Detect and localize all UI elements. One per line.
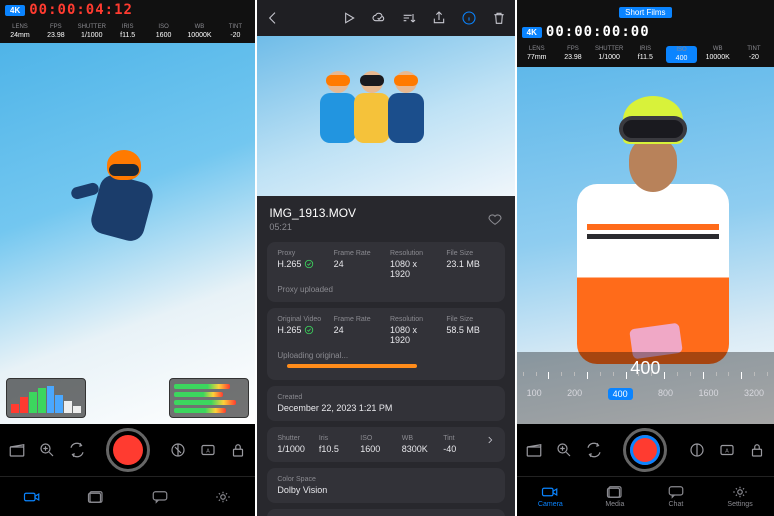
lens-setting[interactable]: LENS24mm <box>5 24 35 39</box>
lens-setting[interactable]: LENS77mm <box>522 46 552 63</box>
record-button[interactable] <box>106 428 150 472</box>
record-status-bar: 4K 00:00:00:00 <box>517 22 774 42</box>
media-thumbnail[interactable] <box>257 36 514 196</box>
favorite-icon[interactable] <box>487 211 503 227</box>
fps-setting[interactable]: FPS23.98 <box>41 24 71 39</box>
camera-idle-screen: Short Films 4K 00:00:00:00 LENS77mm FPS2… <box>517 0 774 516</box>
info-icon[interactable] <box>461 10 477 26</box>
svg-text:A: A <box>207 448 211 454</box>
switch-camera-icon[interactable] <box>68 441 86 459</box>
iris-setting[interactable]: IRISf11.5 <box>113 24 143 39</box>
exposure-icon[interactable] <box>688 441 706 459</box>
nav-media[interactable] <box>87 490 105 504</box>
camera-recording-screen: 4K 00:00:04:12 LENS24mm FPS23.98 SHUTTER… <box>0 0 255 516</box>
record-status-bar: 4K 00:00:04:12 <box>0 0 255 20</box>
file-header: IMG_1913.MOV 05:21 <box>257 196 514 242</box>
zoom-in-icon[interactable] <box>555 441 573 459</box>
proxy-codec: H.265 <box>277 259 325 269</box>
file-name: IMG_1913.MOV <box>269 206 356 220</box>
original-status: Uploading original... <box>277 351 494 360</box>
slate-icon[interactable] <box>8 441 26 459</box>
timecode-display: 00:00:00:00 <box>546 24 650 40</box>
switch-camera-icon[interactable] <box>585 441 603 459</box>
lock-icon[interactable] <box>748 441 766 459</box>
original-codec: H.265 <box>277 325 325 335</box>
record-button[interactable] <box>623 428 667 472</box>
file-duration: 05:21 <box>269 222 356 232</box>
exposure-icon[interactable] <box>169 441 187 459</box>
nav-chat[interactable]: Chat <box>667 485 685 508</box>
nav-camera[interactable]: Camera <box>538 485 563 508</box>
project-badge[interactable]: Short Films <box>619 7 671 18</box>
back-icon[interactable] <box>265 10 281 26</box>
proxy-status: Proxy uploaded <box>277 285 494 294</box>
bottom-nav: Camera Media Chat Settings <box>517 476 774 516</box>
share-icon[interactable] <box>431 10 447 26</box>
viewfinder-subject <box>77 150 167 280</box>
svg-text:A: A <box>725 448 729 454</box>
nav-media[interactable]: Media <box>605 485 624 508</box>
resolution-badge: 4K <box>522 27 542 38</box>
nav-camera[interactable] <box>23 490 41 504</box>
play-icon[interactable] <box>341 10 357 26</box>
nav-chat[interactable] <box>151 490 169 504</box>
detail-toolbar <box>257 0 514 36</box>
iso-slider[interactable]: 400 100 200 400 800 1600 3200 <box>517 352 774 424</box>
nav-settings[interactable] <box>214 490 232 504</box>
iso-scale-labels: 100 200 400 800 1600 3200 <box>517 388 774 400</box>
histogram-scope[interactable] <box>6 378 86 418</box>
wb-setting[interactable]: WB10000K <box>703 46 733 63</box>
control-bar: A <box>0 424 255 476</box>
shutter-setting[interactable]: SHUTTER1/1000 <box>77 24 107 39</box>
iso-setting[interactable]: ISO400 <box>666 46 696 63</box>
iso-setting[interactable]: ISO1600 <box>149 24 179 39</box>
audio-meters[interactable] <box>169 378 249 418</box>
bottom-nav <box>0 476 255 516</box>
trash-icon[interactable] <box>491 10 507 26</box>
viewfinder[interactable]: 400 100 200 400 800 1600 3200 <box>517 67 774 424</box>
original-card: Original VideoH.265 Frame Rate24 Resolut… <box>267 308 504 380</box>
cloud-sync-icon[interactable] <box>371 10 387 26</box>
tint-setting[interactable]: TINT-20 <box>739 46 769 63</box>
wb-setting[interactable]: WB10000K <box>185 24 215 39</box>
exposure-card[interactable]: Shutter1/1000 Irisf10.5 ISO1600 WB8300K … <box>267 427 504 462</box>
chevron-right-icon <box>485 435 495 445</box>
camera-settings-strip: LENS24mm FPS23.98 SHUTTER1/1000 IRISf11.… <box>0 20 255 43</box>
control-bar: A <box>517 424 774 476</box>
lock-icon[interactable] <box>229 441 247 459</box>
shutter-setting[interactable]: SHUTTER1/1000 <box>594 46 624 63</box>
created-card: Created December 22, 2023 1:21 PM <box>267 386 504 421</box>
colorspace-card: Color SpaceDolby Vision <box>267 468 504 503</box>
resolution-badge: 4K <box>5 5 25 16</box>
media-info-area: IMG_1913.MOV 05:21 ProxyH.265 Frame Rate… <box>257 196 514 516</box>
fps-setting[interactable]: FPS23.98 <box>558 46 588 63</box>
tint-setting[interactable]: TINT-20 <box>220 24 250 39</box>
camera-settings-strip: LENS77mm FPS23.98 SHUTTER1/1000 IRISf11.… <box>517 42 774 67</box>
upload-progress-bar <box>287 364 417 368</box>
timecode-display: 00:00:04:12 <box>29 2 133 18</box>
proxy-card: ProxyH.265 Frame Rate24 Resolution1080 x… <box>267 242 504 302</box>
sort-icon[interactable] <box>401 10 417 26</box>
zoom-in-icon[interactable] <box>38 441 56 459</box>
iris-setting[interactable]: IRISf11.5 <box>630 46 660 63</box>
nav-settings[interactable]: Settings <box>727 485 752 508</box>
slate-icon[interactable] <box>525 441 543 459</box>
focus-mode-icon[interactable]: A <box>199 441 217 459</box>
media-detail-screen: IMG_1913.MOV 05:21 ProxyH.265 Frame Rate… <box>257 0 514 516</box>
focus-mode-icon[interactable]: A <box>718 441 736 459</box>
viewfinder[interactable] <box>0 43 255 424</box>
lens-card[interactable]: Lens DataSamsung Galaxy S24 24mm <box>267 509 504 516</box>
